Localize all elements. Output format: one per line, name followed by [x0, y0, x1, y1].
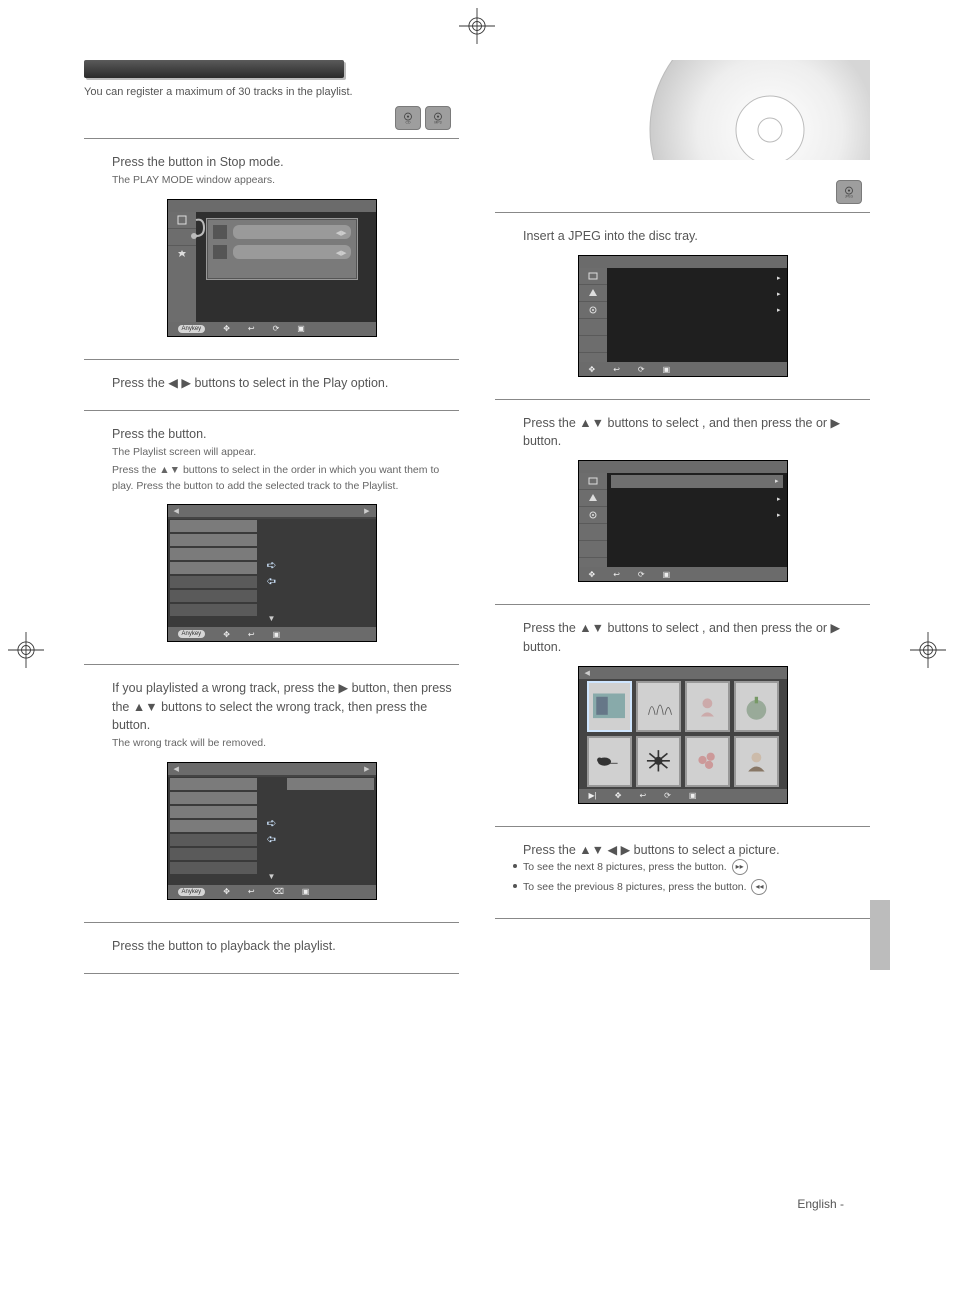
right-step-2: Press the ▲▼ buttons to select , and the… [495, 408, 870, 596]
divider [84, 359, 459, 360]
osd-screenshot-jpeg-root: ▸ ▸ ▸ ✥ ↩ ⟳ ▣ [578, 255, 788, 377]
step1-sub: The PLAY MODE window appears. [84, 173, 459, 189]
step4-text: If you playlisted a wrong track, press t… [84, 679, 459, 733]
left-step-5: Press the button to playback the playlis… [84, 931, 459, 965]
osd-screenshot-playmode: ◀▶ ◀▶ Anykey ✥ ↩ ⟳ ▣ [167, 199, 377, 337]
osd-screenshot-playlist-remove: ◀▶ ➪➪ ▼ Anykey [167, 762, 377, 900]
disc-badge-jpeg: JPEG [836, 180, 862, 204]
divider [495, 918, 870, 919]
divider [84, 410, 459, 411]
disc-badge-mp3: MP3 [425, 106, 451, 130]
step4-sub: The wrong track will be removed. [84, 736, 459, 752]
step3-text: Press the button. [84, 425, 459, 443]
osd-glyph-move: ✥ [223, 324, 230, 333]
left-step-4: If you playlisted a wrong track, press t… [84, 673, 459, 913]
divider [84, 664, 459, 665]
divider [84, 973, 459, 974]
divider [84, 138, 459, 139]
step3-sub1: The Playlist screen will appear. [84, 445, 459, 461]
right-step-4: Press the ▲▼ ◀ ▶ buttons to select a pic… [495, 835, 870, 910]
crop-mark-top [459, 8, 495, 44]
svg-text:JPEG: JPEG [845, 195, 854, 199]
step3-sub2: Press the ▲▼ buttons to select in the or… [84, 463, 459, 495]
skip-prev-icon: ◂◂ [751, 879, 767, 895]
left-step-1: Press the button in Stop mode. The PLAY … [84, 147, 459, 351]
divider [495, 604, 870, 605]
right-step-1: Insert a JPEG into the disc tray. [495, 221, 870, 391]
rstep4-text: Press the ▲▼ ◀ ▶ buttons to select a pic… [495, 841, 870, 859]
disc-decoration [495, 60, 870, 160]
rstep4-b1: To see the next 8 pictures, press the bu… [523, 861, 727, 873]
osd-anykey-pill: Anykey [178, 325, 206, 333]
svg-text:MP3: MP3 [434, 121, 441, 125]
osd-screenshot-thumbnails: ◀ ▶| ✥ [578, 666, 788, 804]
crop-mark-right [910, 632, 946, 668]
osd-screenshot-jpeg-select: ▸ ▸ ▸ ✥ ↩ ⟳ ▣ [578, 460, 788, 582]
svg-text:CD: CD [405, 121, 411, 125]
page-footer-language: English - [797, 1197, 844, 1211]
rstep3-text: Press the ▲▼ buttons to select , and the… [495, 619, 870, 655]
step1-text-a: Press the [112, 155, 168, 169]
section-thumb-tab [870, 900, 890, 970]
step1-text-b: button in Stop mode. [168, 155, 283, 169]
divider [495, 212, 870, 213]
rstep1-text: Insert a JPEG into the disc tray. [495, 227, 870, 245]
divider [84, 922, 459, 923]
disc-badge-cd: CD [395, 106, 421, 130]
divider [495, 826, 870, 827]
osd-glyph-return: ↩ [248, 324, 255, 333]
osd-screenshot-playlist-add: ◀▶ ➪➪ ▼ Anykey [167, 504, 377, 642]
crop-mark-left [8, 632, 44, 668]
osd-glyph-rotate: ⟳ [273, 324, 280, 333]
left-step-2: Press the ◀ ▶ buttons to select in the P… [84, 368, 459, 402]
left-step-3: Press the button. The Playlist screen wi… [84, 419, 459, 656]
osd-glyph-stop: ▣ [297, 324, 305, 333]
rstep2-text: Press the ▲▼ buttons to select , and the… [495, 414, 870, 450]
playlist-limit-note: You can register a maximum of 30 tracks … [84, 86, 459, 98]
step5-text: Press the button to playback the playlis… [84, 937, 459, 955]
rstep4-b2: To see the previous 8 pictures, press th… [523, 881, 747, 893]
section-header-bar-left [84, 60, 344, 78]
step2-text: Press the ◀ ▶ buttons to select in the P… [84, 374, 459, 392]
skip-next-icon: ▸▸ [732, 859, 748, 875]
right-step-3: Press the ▲▼ buttons to select , and the… [495, 613, 870, 817]
divider [495, 399, 870, 400]
